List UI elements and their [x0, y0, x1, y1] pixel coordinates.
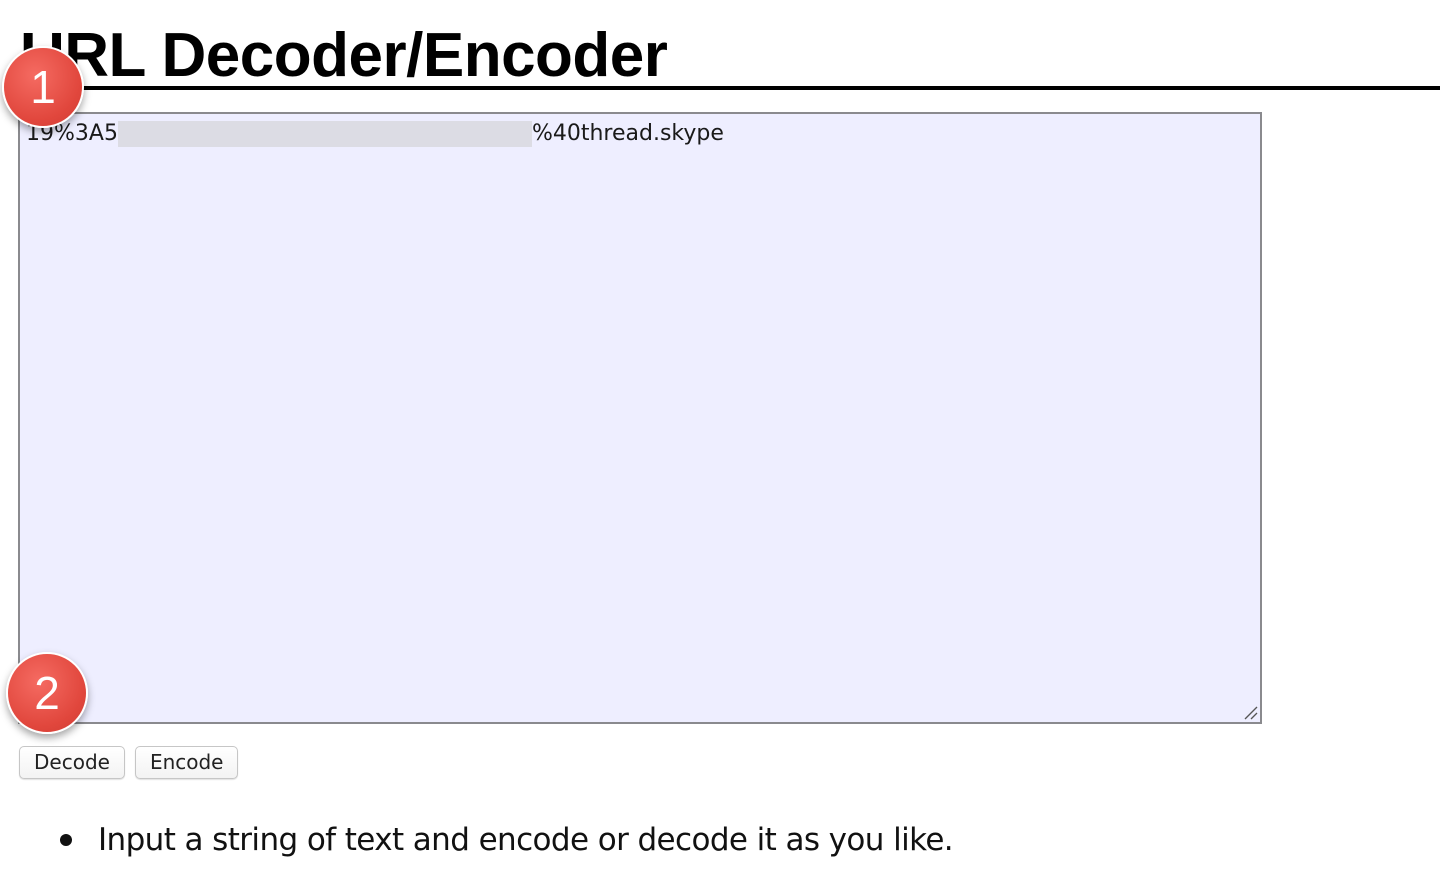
- instructions-list: Input a string of text and encode or dec…: [60, 816, 954, 864]
- instruction-text: Input a string of text and encode or dec…: [98, 822, 954, 858]
- decode-button[interactable]: Decode: [19, 746, 125, 779]
- list-item: Input a string of text and encode or dec…: [60, 816, 954, 864]
- action-buttons: Decode Encode: [19, 746, 239, 779]
- step-badge-2: 2: [6, 652, 88, 734]
- encode-button[interactable]: Encode: [134, 746, 239, 779]
- url-textarea[interactable]: 19%3A5 %40thread.skype: [18, 112, 1262, 724]
- title-underline: [20, 86, 1440, 90]
- textarea-value-end: %40thread.skype: [531, 121, 724, 146]
- step-badge-1: 1: [2, 46, 84, 128]
- bullet-icon: [60, 834, 72, 846]
- resize-grip-icon[interactable]: [1242, 704, 1258, 720]
- page-title: URL Decoder/Encoder: [20, 21, 668, 90]
- page: URL Decoder/Encoder 19%3A5 %40thread.skyp…: [0, 0, 1440, 870]
- textarea-content[interactable]: 19%3A5 %40thread.skype: [26, 120, 1254, 716]
- redacted-text-block: [117, 121, 532, 147]
